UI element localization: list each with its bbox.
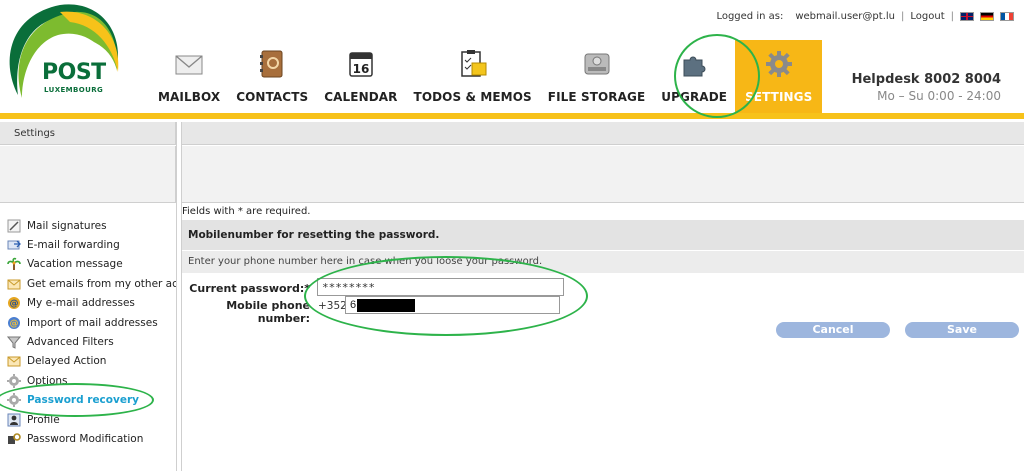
german-flag-icon[interactable] bbox=[980, 12, 994, 21]
helpdesk-hours: Mo – Su 0:00 - 24:00 bbox=[877, 89, 1001, 103]
pane-divider[interactable] bbox=[176, 122, 182, 471]
profile-icon bbox=[7, 413, 21, 427]
sidebar-item-mail-signatures[interactable]: Mail signatures bbox=[0, 216, 176, 235]
logo-wordmark: POST bbox=[42, 60, 106, 85]
french-flag-icon[interactable] bbox=[1000, 12, 1014, 21]
section-title: Mobilenumber for resetting the password. bbox=[182, 220, 1024, 250]
sidebar-item-label: Profile bbox=[27, 413, 60, 426]
sidebar-item-label: Options bbox=[27, 374, 68, 387]
sidebar-item-options[interactable]: Options bbox=[0, 371, 176, 390]
settings-sidebar: Mail signatures E-mail forwarding Vacati… bbox=[0, 216, 176, 449]
svg-text:@: @ bbox=[10, 319, 19, 329]
logged-in-user: webmail.user@pt.lu bbox=[795, 11, 895, 22]
sidebar-item-my-email-addresses[interactable]: @ My e-mail addresses bbox=[0, 294, 176, 313]
nav-calendar[interactable]: 16 CALENDAR bbox=[316, 40, 405, 115]
helpdesk-info: Helpdesk 8002 8004 Mo – Su 0:00 - 24:00 bbox=[852, 72, 1001, 103]
calendar-icon: 16 bbox=[346, 48, 376, 80]
mobile-phone-label: Mobile phone number: bbox=[226, 299, 310, 325]
current-password-input[interactable] bbox=[317, 278, 564, 296]
nav-label: FILE STORAGE bbox=[547, 90, 646, 104]
post-luxembourg-logo[interactable]: POST LUXEMBOURG bbox=[0, 0, 126, 126]
separator: | bbox=[950, 11, 954, 22]
hard-drive-icon bbox=[582, 48, 612, 80]
header-accent-bar bbox=[0, 113, 1024, 119]
palm-tree-icon bbox=[7, 257, 21, 271]
pen-icon bbox=[7, 219, 21, 233]
nav-label: CONTACTS bbox=[236, 90, 309, 104]
sidebar-item-label: Mail signatures bbox=[27, 219, 107, 232]
header: POST LUXEMBOURG Logged in as: webmail.us… bbox=[0, 0, 1024, 122]
nav-label: MAILBOX bbox=[158, 90, 221, 104]
calendar-day: 16 bbox=[353, 62, 370, 76]
current-password-label: Current password:* bbox=[189, 282, 310, 295]
sidebar-item-label: My e-mail addresses bbox=[27, 297, 135, 310]
sidebar-item-get-emails-other-accounts[interactable]: Get emails from my other accounts bbox=[0, 274, 176, 293]
helpdesk-phone: Helpdesk 8002 8004 bbox=[851, 72, 1001, 87]
breadcrumb: Settings bbox=[0, 122, 176, 145]
email-address-icon: @ bbox=[7, 296, 21, 310]
nav-upgrade[interactable]: UPGRADE bbox=[653, 40, 735, 115]
sidebar-item-profile[interactable]: Profile bbox=[0, 410, 176, 429]
sidebar-item-delayed-action[interactable]: Delayed Action bbox=[0, 352, 176, 371]
account-bar: Logged in as: webmail.user@pt.lu | Logou… bbox=[716, 11, 1014, 22]
sidebar-item-vacation-message[interactable]: Vacation message bbox=[0, 255, 176, 274]
nav-settings[interactable]: SETTINGS bbox=[735, 40, 823, 115]
sidebar-item-email-forwarding[interactable]: E-mail forwarding bbox=[0, 235, 176, 254]
sidebar-item-label: Delayed Action bbox=[27, 355, 107, 368]
english-flag-icon[interactable] bbox=[960, 12, 974, 21]
puzzle-icon bbox=[679, 48, 709, 80]
sidebar-item-label: Vacation message bbox=[27, 258, 123, 271]
cancel-button[interactable]: Cancel bbox=[776, 322, 890, 338]
address-book-icon bbox=[257, 48, 287, 80]
sidebar-item-password-recovery[interactable]: Password recovery bbox=[0, 391, 176, 410]
nav-file-storage[interactable]: FILE STORAGE bbox=[540, 40, 654, 115]
sidebar-item-import-mail-addresses[interactable]: @ Import of mail addresses bbox=[0, 313, 176, 332]
sidebar-item-label: Import of mail addresses bbox=[27, 316, 158, 329]
nav-contacts[interactable]: CONTACTS bbox=[228, 40, 316, 115]
logged-in-label: Logged in as: bbox=[716, 11, 784, 22]
nav-todos-memos[interactable]: TODOS & MEMOS bbox=[406, 40, 540, 115]
main-nav: MAILBOX CONTACTS 16 CALENDAR TODOS & MEM… bbox=[150, 40, 823, 115]
separator: | bbox=[901, 11, 905, 22]
gear-icon bbox=[764, 48, 794, 80]
key-icon bbox=[7, 432, 21, 446]
options-gear-icon bbox=[7, 373, 21, 388]
envelope-icon bbox=[174, 48, 204, 80]
sidebar-item-label: Get emails from my other accounts bbox=[27, 277, 176, 290]
section-description: Enter your phone number here in case whe… bbox=[182, 251, 1024, 273]
filter-icon bbox=[7, 335, 21, 349]
import-address-icon: @ bbox=[7, 316, 21, 330]
sidebar-item-label: E-mail forwarding bbox=[27, 239, 120, 252]
forward-mail-icon bbox=[7, 238, 21, 252]
nav-label: SETTINGS bbox=[745, 90, 813, 104]
sidebar-item-label: Password Modification bbox=[27, 432, 144, 445]
logo-subtitle: LUXEMBOURG bbox=[44, 86, 104, 94]
sidebar-item-password-modification[interactable]: Password Modification bbox=[0, 429, 176, 448]
sidebar-item-label: Advanced Filters bbox=[27, 336, 114, 349]
svg-text:@: @ bbox=[10, 299, 19, 309]
nav-label: UPGRADE bbox=[661, 90, 728, 104]
sidebar-toolbar bbox=[0, 146, 176, 203]
recovery-gear-icon bbox=[7, 393, 21, 408]
nav-label: CALENDAR bbox=[324, 90, 398, 104]
required-fields-note: Fields with * are required. bbox=[182, 206, 311, 217]
redaction-bar bbox=[357, 299, 415, 312]
save-button[interactable]: Save bbox=[905, 322, 1019, 338]
todo-clipboard-icon bbox=[458, 48, 488, 80]
mobile-country-prefix: +352 bbox=[318, 300, 347, 312]
sidebar-item-advanced-filters[interactable]: Advanced Filters bbox=[0, 332, 176, 351]
sidebar-item-label: Password recovery bbox=[27, 394, 139, 407]
content-title-bar bbox=[182, 122, 1024, 145]
nav-mailbox[interactable]: MAILBOX bbox=[150, 40, 228, 115]
nav-label: TODOS & MEMOS bbox=[413, 90, 532, 104]
logout-link[interactable]: Logout bbox=[910, 11, 944, 22]
content-toolbar bbox=[182, 146, 1024, 203]
delayed-mail-icon bbox=[7, 354, 21, 368]
fetch-mail-icon bbox=[7, 277, 21, 291]
